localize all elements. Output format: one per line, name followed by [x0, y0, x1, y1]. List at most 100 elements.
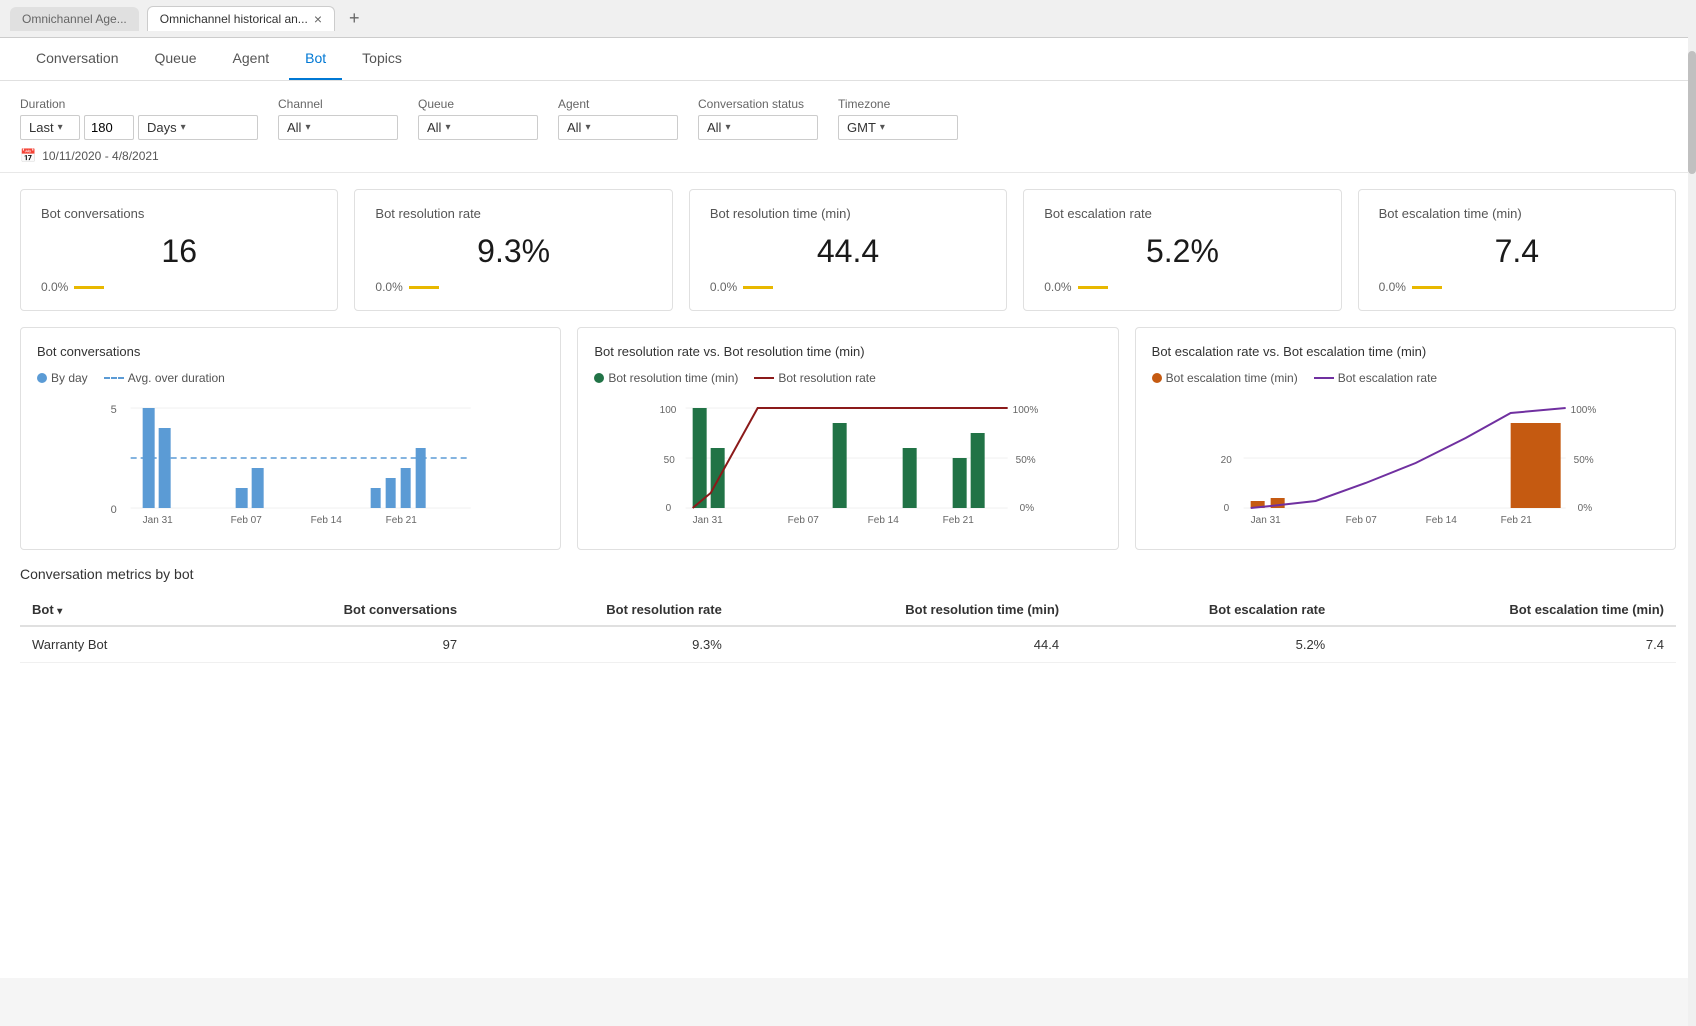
- metric-value: 9.3%: [375, 233, 651, 270]
- queue-select[interactable]: All ▾: [418, 115, 538, 140]
- svg-text:0%: 0%: [1577, 503, 1592, 514]
- tab-bot[interactable]: Bot: [289, 38, 342, 80]
- queue-label: Queue: [418, 97, 538, 111]
- tab-active[interactable]: Omnichannel historical an... ×: [147, 6, 335, 31]
- metric-title: Bot conversations: [41, 206, 317, 221]
- svg-text:Feb 14: Feb 14: [311, 515, 343, 526]
- charts-section: Bot conversations By day Avg. over durat…: [0, 327, 1696, 566]
- calendar-icon: 📅: [20, 148, 36, 164]
- conv-status-label: Conversation status: [698, 97, 818, 111]
- legend-line-purple: [1314, 377, 1334, 379]
- svg-text:Jan 31: Jan 31: [1250, 515, 1280, 526]
- bar: [1510, 423, 1560, 508]
- metric-title: Bot escalation rate: [1044, 206, 1320, 221]
- svg-text:0: 0: [111, 504, 117, 516]
- tab-agent[interactable]: Agent: [217, 38, 286, 80]
- chart-title: Bot resolution rate vs. Bot resolution t…: [594, 344, 1101, 359]
- svg-text:5: 5: [111, 404, 117, 416]
- legend-dot-orange: [1152, 373, 1162, 383]
- svg-text:Feb 07: Feb 07: [1345, 515, 1377, 526]
- metric-change: 0.0%: [41, 280, 68, 294]
- metric-footer: 0.0%: [1379, 280, 1655, 294]
- duration-value-input[interactable]: [84, 115, 134, 140]
- duration-preset-select[interactable]: Last ▾: [20, 115, 80, 140]
- cell-resolution-rate: 9.3%: [469, 626, 734, 663]
- metric-footer: 0.0%: [375, 280, 651, 294]
- legend-dash-icon: [104, 377, 124, 379]
- bar: [416, 448, 426, 508]
- scrollbar-thumb[interactable]: [1688, 51, 1696, 174]
- bar: [252, 468, 264, 508]
- svg-text:0: 0: [666, 503, 672, 514]
- channel-filter: Channel All ▾: [278, 97, 398, 140]
- th-resolution-rate: Bot resolution rate: [469, 594, 734, 626]
- queue-filter: Queue All ▾: [418, 97, 538, 140]
- metric-title: Bot resolution rate: [375, 206, 651, 221]
- th-bot: Bot ▾: [20, 594, 208, 626]
- cell-resolution-time: 44.4: [734, 626, 1071, 663]
- legend-escalation-time: Bot escalation time (min): [1152, 371, 1298, 385]
- agent-select[interactable]: All ▾: [558, 115, 678, 140]
- svg-text:Feb 21: Feb 21: [1500, 515, 1532, 526]
- svg-text:0%: 0%: [1020, 503, 1035, 514]
- timezone-select[interactable]: GMT ▾: [838, 115, 958, 140]
- metric-value: 16: [41, 233, 317, 270]
- metric-change: 0.0%: [375, 280, 402, 294]
- close-icon[interactable]: ×: [314, 12, 322, 26]
- bar: [711, 448, 725, 508]
- chevron-down-icon: ▾: [880, 122, 885, 133]
- tab-conversation[interactable]: Conversation: [20, 38, 135, 80]
- duration-controls: Last ▾ Days ▾: [20, 115, 258, 140]
- charts-row: Bot conversations By day Avg. over durat…: [20, 327, 1676, 550]
- svg-text:100%: 100%: [1570, 405, 1596, 416]
- chart-area-resolution: 100 50 0 100% 50% 0%: [594, 393, 1101, 533]
- chevron-down-icon: ▾: [445, 122, 450, 133]
- tab-queue[interactable]: Queue: [139, 38, 213, 80]
- escalation-chart-svg: 20 0 100% 50% 0%: [1152, 393, 1659, 533]
- chart-title: Bot escalation rate vs. Bot escalation t…: [1152, 344, 1659, 359]
- tab-inactive[interactable]: Omnichannel Age...: [10, 7, 139, 31]
- bar: [386, 478, 396, 508]
- metric-card-escalation-time: Bot escalation time (min) 7.4 0.0%: [1358, 189, 1676, 311]
- tab-topics[interactable]: Topics: [346, 38, 418, 80]
- legend-line-red: [754, 377, 774, 379]
- legend-dot-green: [594, 373, 604, 383]
- channel-select[interactable]: All ▾: [278, 115, 398, 140]
- bar: [401, 468, 411, 508]
- bar: [903, 448, 917, 508]
- svg-text:50: 50: [664, 455, 676, 466]
- conv-status-select[interactable]: All ▾: [698, 115, 818, 140]
- chart-legend: Bot escalation time (min) Bot escalation…: [1152, 371, 1659, 385]
- add-tab-button[interactable]: +: [343, 6, 366, 31]
- resolution-chart-svg: 100 50 0 100% 50% 0%: [594, 393, 1101, 533]
- svg-text:Feb 14: Feb 14: [1425, 515, 1457, 526]
- svg-text:Jan 31: Jan 31: [143, 515, 173, 526]
- scrollbar[interactable]: [1688, 0, 1696, 1026]
- sort-icon[interactable]: ▾: [57, 606, 62, 617]
- metric-footer: 0.0%: [710, 280, 986, 294]
- metric-card-resolution-time: Bot resolution time (min) 44.4 0.0%: [689, 189, 1007, 311]
- legend-by-day: By day: [37, 371, 88, 385]
- channel-label: Channel: [278, 97, 398, 111]
- metric-change: 0.0%: [1044, 280, 1071, 294]
- metric-bar: [1078, 286, 1108, 289]
- main-app: Conversation Queue Agent Bot Topics Dura…: [0, 38, 1696, 978]
- metric-card-bot-conversations: Bot conversations 16 0.0%: [20, 189, 338, 311]
- chevron-down-icon: ▾: [305, 122, 310, 133]
- legend-avg: Avg. over duration: [104, 371, 225, 385]
- chart-area-bot-conv: 5 0: [37, 393, 544, 533]
- duration-filter: Duration Last ▾ Days ▾: [20, 97, 258, 140]
- duration-unit-select[interactable]: Days ▾: [138, 115, 258, 140]
- legend-escalation-rate: Bot escalation rate: [1314, 371, 1437, 385]
- bar-chart-svg: 5 0: [37, 393, 544, 533]
- bar: [693, 408, 707, 508]
- metric-bar: [1412, 286, 1442, 289]
- bar: [971, 433, 985, 508]
- date-range: 📅 10/11/2020 - 4/8/2021: [20, 148, 1676, 164]
- chart-bot-conversations: Bot conversations By day Avg. over durat…: [20, 327, 561, 550]
- cell-bot-name: Warranty Bot: [20, 626, 208, 663]
- th-escalation-time: Bot escalation time (min): [1337, 594, 1676, 626]
- metric-value: 5.2%: [1044, 233, 1320, 270]
- browser-chrome: Omnichannel Age... Omnichannel historica…: [0, 0, 1696, 38]
- svg-text:50%: 50%: [1573, 455, 1593, 466]
